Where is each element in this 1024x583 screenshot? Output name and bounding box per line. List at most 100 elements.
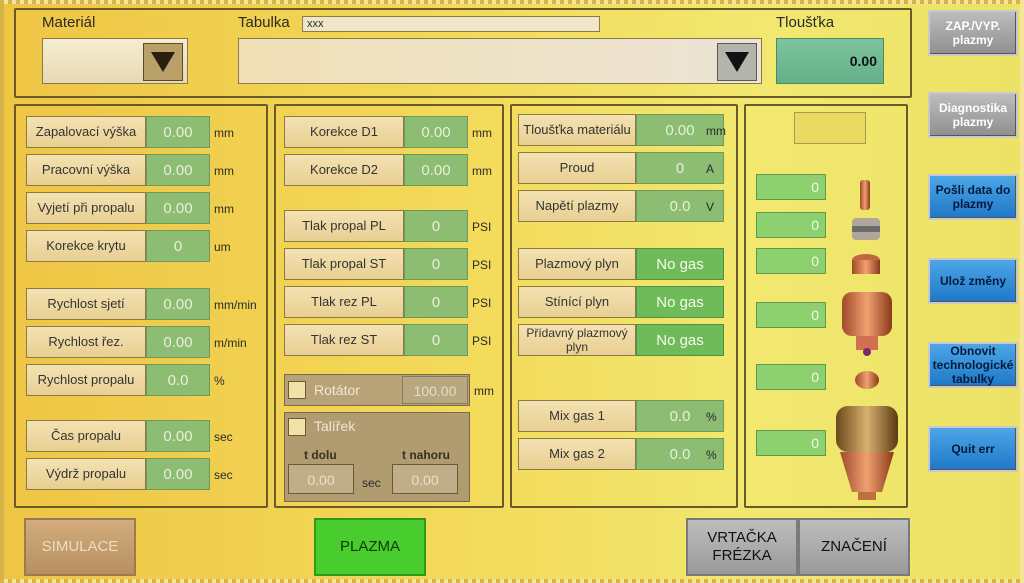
mid-field-value[interactable]: 0 [404, 248, 468, 280]
t-dolu-value[interactable]: 0.00 [288, 464, 354, 494]
right-field-unit: % [706, 410, 717, 424]
right-field-label: Přídavný plazmový plyn [518, 324, 636, 356]
swirl-ring-icon [852, 218, 880, 240]
left-field-unit: um [214, 240, 231, 254]
left-field-unit: sec [214, 430, 233, 444]
left-field-label: Rychlost sjetí [26, 288, 146, 320]
vrtacka-frezka-button[interactable]: VRTAČKA FRÉZKA [686, 518, 798, 576]
parts-status-indicator [794, 112, 866, 144]
plasma-on-off-button[interactable]: ZAP./VYP. plazmy [928, 10, 1018, 56]
part-counter[interactable]: 0 [756, 364, 826, 390]
right-field-value[interactable]: No gas [636, 248, 724, 280]
tabulka-label: Tabulka [238, 14, 290, 31]
left-field-unit: mm/min [214, 298, 257, 312]
right-field-label: Napětí plazmy [518, 190, 636, 222]
mid-field-label: Tlak rez PL [284, 286, 404, 318]
mid-field-value[interactable]: 0.00 [404, 116, 468, 148]
thickness-label: Tloušťka [776, 14, 835, 31]
left-field-label: Čas propalu [26, 420, 146, 452]
left-field-unit: % [214, 374, 225, 388]
left-field-label: Rychlost řez. [26, 326, 146, 358]
send-data-button[interactable]: Pošli data do plazmy [928, 174, 1018, 220]
talirek-checkbox[interactable] [288, 418, 306, 436]
left-field-unit: sec [214, 468, 233, 482]
right-field-unit: % [706, 448, 717, 462]
thickness-value: 0.00 [776, 38, 884, 84]
plazma-button[interactable]: PLAZMA [314, 518, 426, 576]
nozzle-icon [852, 254, 880, 274]
znaceni-button[interactable]: ZNAČENÍ [798, 518, 910, 576]
left-field-label: Zapalovací výška [26, 116, 146, 148]
right-field-value[interactable]: No gas [636, 286, 724, 318]
mid-field-label: Korekce D1 [284, 116, 404, 148]
part-counter[interactable]: 0 [756, 430, 826, 456]
mid-field-unit: PSI [472, 296, 492, 310]
mid-field-value[interactable]: 0 [404, 324, 468, 356]
left-field-value[interactable]: 0.00 [146, 192, 210, 224]
mid-field-unit: PSI [472, 334, 492, 348]
right-field-label: Proud [518, 152, 636, 184]
left-field-value[interactable]: 0.0 [146, 364, 210, 396]
plasma-diagnostics-button[interactable]: Diagnostika plazmy [928, 92, 1018, 138]
mid-field-label: Korekce D2 [284, 154, 404, 186]
right-field-label: Stínící plyn [518, 286, 636, 318]
left-field-value[interactable]: 0.00 [146, 116, 210, 148]
left-field-value[interactable]: 0.00 [146, 154, 210, 186]
left-field-value[interactable]: 0.00 [146, 420, 210, 452]
tabulka-dropdown[interactable] [238, 38, 762, 84]
right-field-label: Tloušťka materiálu [518, 114, 636, 146]
talirek-label: Talířek [314, 418, 356, 434]
left-field-unit: mm [214, 126, 234, 140]
talirek-unit: sec [362, 476, 381, 490]
t-dolu-label: t dolu [304, 448, 337, 462]
mid-field-label: Tlak rez ST [284, 324, 404, 356]
left-field-unit: mm [214, 202, 234, 216]
material-dropdown[interactable] [42, 38, 188, 84]
left-field-label: Rychlost propalu [26, 364, 146, 396]
left-field-label: Korekce krytu [26, 230, 146, 262]
mid-field-value[interactable]: 0 [404, 210, 468, 242]
restore-tables-button[interactable]: Obnovit technologické tabulky [928, 342, 1018, 388]
left-field-unit: mm [214, 164, 234, 178]
chevron-down-icon[interactable] [143, 43, 183, 81]
part-counter[interactable]: 0 [756, 248, 826, 274]
electrode-icon [860, 180, 870, 210]
t-nahoru-value[interactable]: 0.00 [392, 464, 458, 494]
tabulka-name-field: xxx [302, 16, 600, 32]
mid-field-unit: mm [472, 126, 492, 140]
right-field-unit: A [706, 162, 715, 176]
quit-err-button[interactable]: Quit err [928, 426, 1018, 472]
left-field-value[interactable]: 0 [146, 230, 210, 262]
torch-parts-illustration [836, 180, 898, 500]
left-field-value[interactable]: 0.00 [146, 458, 210, 490]
retaining-cap-icon [842, 292, 892, 356]
simulace-button[interactable]: SIMULACE [24, 518, 136, 576]
rotator-unit: mm [474, 384, 494, 398]
left-field-value[interactable]: 0.00 [146, 326, 210, 358]
mid-field-unit: PSI [472, 258, 492, 272]
right-field-unit: mm [706, 124, 726, 138]
rotator-label: Rotátor [314, 382, 360, 398]
left-field-label: Výdrž propalu [26, 458, 146, 490]
part-counter[interactable]: 0 [756, 212, 826, 238]
mid-field-value[interactable]: 0.00 [404, 154, 468, 186]
shield-icon [855, 371, 879, 389]
shield-cap-icon [836, 406, 898, 500]
left-field-label: Vyjetí při propalu [26, 192, 146, 224]
rotator-value[interactable]: 100.00 [402, 376, 468, 404]
mid-field-unit: PSI [472, 220, 492, 234]
mid-field-label: Tlak propal ST [284, 248, 404, 280]
part-counter[interactable]: 0 [756, 302, 826, 328]
part-counter[interactable]: 0 [756, 174, 826, 200]
material-label: Materiál [42, 14, 96, 31]
mid-field-value[interactable]: 0 [404, 286, 468, 318]
rotator-checkbox[interactable] [288, 381, 306, 399]
right-field-label: Plazmový plyn [518, 248, 636, 280]
right-field-label: Mix gas 1 [518, 400, 636, 432]
save-changes-button[interactable]: Ulož změny [928, 258, 1018, 304]
right-field-value[interactable]: No gas [636, 324, 724, 356]
chevron-down-icon[interactable] [717, 43, 757, 81]
left-field-unit: m/min [214, 336, 247, 350]
t-nahoru-label: t nahoru [402, 448, 450, 462]
left-field-value[interactable]: 0.00 [146, 288, 210, 320]
